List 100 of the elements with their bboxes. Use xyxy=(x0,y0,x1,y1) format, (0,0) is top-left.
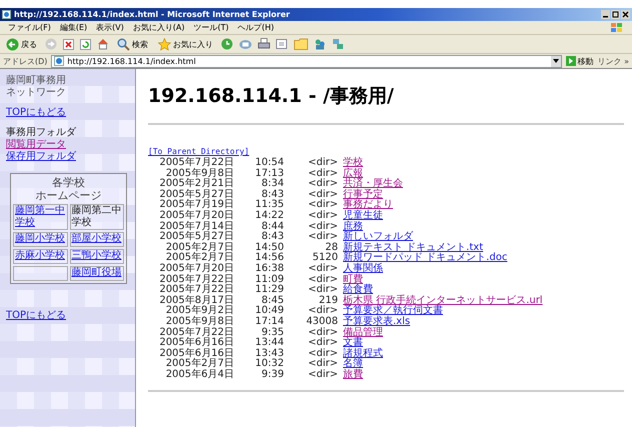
date-text: 2005年9月8日 xyxy=(166,168,234,179)
size-text: <dir> xyxy=(307,222,338,232)
time-text: 13:44 xyxy=(254,338,284,348)
time-text: 17:13 xyxy=(254,168,284,179)
time-text: 9:39 xyxy=(260,370,284,380)
parent-directory-link[interactable]: [To Parent Directory] xyxy=(148,147,250,156)
top-link[interactable]: TOPにもどる xyxy=(6,107,66,118)
schools-heading: ホームページ xyxy=(34,189,102,202)
date-text: 2005年9月2日 xyxy=(164,306,234,316)
file-link[interactable]: 庶務 xyxy=(343,222,363,232)
size-text: 219 xyxy=(318,296,338,306)
date-text: 2005年7月14日 xyxy=(158,222,234,232)
page-icon xyxy=(54,56,64,66)
time-text: 10:32 xyxy=(254,359,284,370)
menu-item[interactable]: ツール(T) xyxy=(194,22,229,33)
size-text: 43008 xyxy=(305,316,338,327)
time-text: 8:34 xyxy=(260,179,284,190)
school-name: 藤岡第二中学校 xyxy=(72,205,122,229)
file-link[interactable]: 新規ワードパッド ドキュメント.doc xyxy=(343,253,508,264)
go-button[interactable]: 移動 xyxy=(566,56,594,66)
page-heading: 192.168.114.1 - /事務用/ xyxy=(148,84,395,109)
menu-item[interactable]: ヘルプ(H) xyxy=(238,22,274,33)
schools-heading: 各学校 xyxy=(51,176,86,189)
file-link[interactable]: 人事関係 xyxy=(343,264,383,275)
size-text: <dir> xyxy=(307,179,338,190)
caret-icon xyxy=(552,59,559,63)
file-link[interactable]: 事務だより xyxy=(343,200,393,211)
back-button[interactable]: 戻る xyxy=(4,36,39,52)
size-text: <dir> xyxy=(307,348,338,359)
favorites-button[interactable]: お気に入り xyxy=(156,36,215,52)
menu-item[interactable]: 編集(E) xyxy=(60,22,88,33)
folder-link[interactable]: 閲覧用データ xyxy=(6,139,66,150)
date-text: 2005年2月7日 xyxy=(164,359,234,370)
history-icon[interactable] xyxy=(221,38,233,50)
refresh-icon[interactable] xyxy=(80,38,91,50)
links-button[interactable]: リンク » xyxy=(598,56,629,66)
school-link[interactable]: 藤岡町役場 xyxy=(72,267,122,279)
school-link[interactable]: 三鴨小学校 xyxy=(72,250,122,262)
date-text: 2005年7月22日 xyxy=(158,328,234,338)
file-link[interactable]: 新規テキスト ドキュメント.txt xyxy=(343,242,484,254)
close-icon[interactable] xyxy=(621,10,630,19)
file-link[interactable]: 旅費 xyxy=(343,370,363,380)
size-text: <dir> xyxy=(307,338,338,348)
time-text: 16:38 xyxy=(254,264,284,274)
date-text: 2005年5月27日 xyxy=(158,232,234,242)
menu-item[interactable]: 表示(V) xyxy=(96,22,124,33)
file-link[interactable]: 諸規程式 xyxy=(343,348,383,360)
time-text: 10:49 xyxy=(254,306,284,316)
dropdown-button[interactable] xyxy=(550,56,561,66)
file-link[interactable]: 行事予定 xyxy=(343,190,383,200)
edit-icon[interactable] xyxy=(276,38,288,50)
school-link[interactable]: 藤岡第一中学校 xyxy=(15,205,66,229)
date-text: 2005年6月4日 xyxy=(164,370,234,380)
size-text: <dir> xyxy=(307,285,338,296)
date-text: 2005年6月16日 xyxy=(158,338,234,348)
folder-icon[interactable] xyxy=(294,38,308,50)
time-text: 14:56 xyxy=(254,253,284,264)
time-text: 11:09 xyxy=(254,274,284,285)
file-link[interactable]: 予算要求表.xls xyxy=(343,316,410,328)
size-text: <dir> xyxy=(307,190,338,200)
size-text: <dir> xyxy=(307,328,338,338)
menu-item[interactable]: ファイル(F) xyxy=(8,22,51,33)
home-icon[interactable] xyxy=(97,38,109,50)
time-text: 13:43 xyxy=(254,348,284,359)
time-text: 14:50 xyxy=(254,242,284,253)
size-text: <dir> xyxy=(307,158,338,168)
size-text: <dir> xyxy=(307,274,338,285)
file-link[interactable]: 共済・厚生会 xyxy=(343,179,403,190)
size-text: 5120 xyxy=(312,253,338,264)
time-text: 8:43 xyxy=(260,232,284,242)
star-icon xyxy=(158,38,171,50)
time-text: 11:35 xyxy=(254,200,284,210)
folder-link[interactable]: 保存用フォルダ xyxy=(6,151,76,162)
size-text: <dir> xyxy=(307,306,338,316)
file-link[interactable]: 新しいフォルダ xyxy=(343,232,413,243)
time-text: 8:45 xyxy=(262,296,284,306)
time-text: 17:14 xyxy=(254,316,284,328)
stop-icon[interactable] xyxy=(63,38,74,50)
file-link[interactable]: 広報 xyxy=(343,168,363,180)
file-link[interactable]: 学校 xyxy=(343,158,363,169)
menu-item[interactable]: お気に入り(A) xyxy=(132,22,185,33)
file-link[interactable]: 予算要求／執行伺文書 xyxy=(343,306,443,317)
date-text: 2005年7月20日 xyxy=(158,210,234,221)
search-button[interactable]: 検索 xyxy=(115,36,150,52)
file-link[interactable]: 名簿 xyxy=(343,359,363,370)
file-link[interactable]: 給食費 xyxy=(343,285,373,296)
go-arrow-icon xyxy=(566,56,576,66)
size-text: <dir> xyxy=(307,200,338,210)
file-link[interactable]: 町費 xyxy=(343,274,363,286)
top-link[interactable]: TOPにもどる xyxy=(6,310,66,321)
window-title: http://192.168.114.1/index.html - Microsoft Internet Explorer xyxy=(14,10,290,19)
size-text: <dir> xyxy=(307,370,338,380)
minimize-icon[interactable] xyxy=(601,10,610,19)
time-text: 9:35 xyxy=(260,328,284,338)
address-field[interactable]: http://192.168.114.1/index.html xyxy=(51,54,562,68)
printer-icon[interactable] xyxy=(258,38,270,50)
maximize-icon[interactable] xyxy=(611,10,620,19)
file-link[interactable]: 児童生徒 xyxy=(343,210,383,222)
school-link[interactable]: 藤岡小学校 xyxy=(15,233,66,245)
file-link[interactable]: 文書 xyxy=(343,338,363,349)
